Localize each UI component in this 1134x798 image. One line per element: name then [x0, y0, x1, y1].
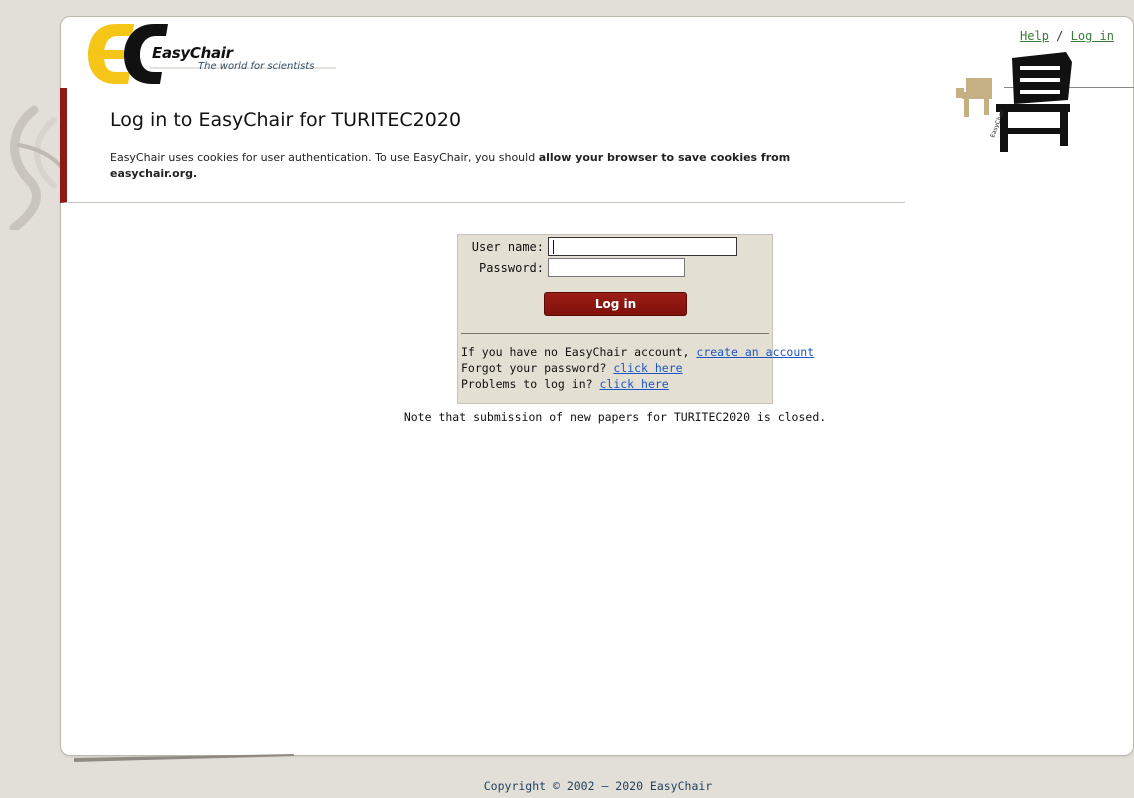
cookie-notice: EasyChair uses cookies for user authenti… — [110, 150, 870, 182]
login-button[interactable]: Log in — [544, 292, 687, 316]
login-problems-link[interactable]: click here — [599, 377, 668, 391]
title-section — [60, 88, 905, 203]
login-form: User name: Password: Log in If you have … — [457, 234, 814, 404]
login-problems-line: Problems to log in? click here — [461, 377, 669, 391]
username-input[interactable] — [548, 237, 737, 256]
top-nav-links: Help / Log in — [1020, 29, 1114, 43]
link-separator: / — [1056, 29, 1064, 43]
forgot-password-link[interactable]: click here — [613, 361, 682, 375]
forgot-password-line: Forgot your password? click here — [461, 361, 683, 375]
brand-tagline: The world for scientists — [198, 61, 315, 72]
forgot-password-text: Forgot your password? — [461, 361, 614, 375]
password-input[interactable] — [548, 258, 685, 277]
login-problems-text: Problems to log in? — [461, 377, 600, 391]
password-label: Password: — [478, 261, 544, 275]
copyright-footer: Copyright © 2002 – 2020 EasyChair — [483, 779, 713, 793]
text-caret — [553, 240, 554, 254]
username-label: User name: — [471, 240, 544, 254]
create-account-link[interactable]: create an account — [696, 345, 814, 359]
login-link[interactable]: Log in — [1071, 29, 1114, 43]
cookie-notice-text: EasyChair uses cookies for user authenti… — [110, 151, 539, 164]
no-account-text: If you have no EasyChair account, — [461, 345, 697, 359]
submission-closed-notice: Note that submission of new papers for T… — [403, 410, 827, 424]
brand-name: EasyChair — [152, 44, 233, 62]
chairs-illustration-icon: EasyChair — [956, 52, 1072, 152]
form-divider — [461, 333, 769, 334]
page-title: Log in to EasyChair for TURITEC2020 — [110, 109, 462, 131]
help-link[interactable]: Help — [1020, 29, 1049, 43]
create-account-line: If you have no EasyChair account, create… — [461, 345, 814, 359]
decorative-stripe — [74, 754, 294, 762]
